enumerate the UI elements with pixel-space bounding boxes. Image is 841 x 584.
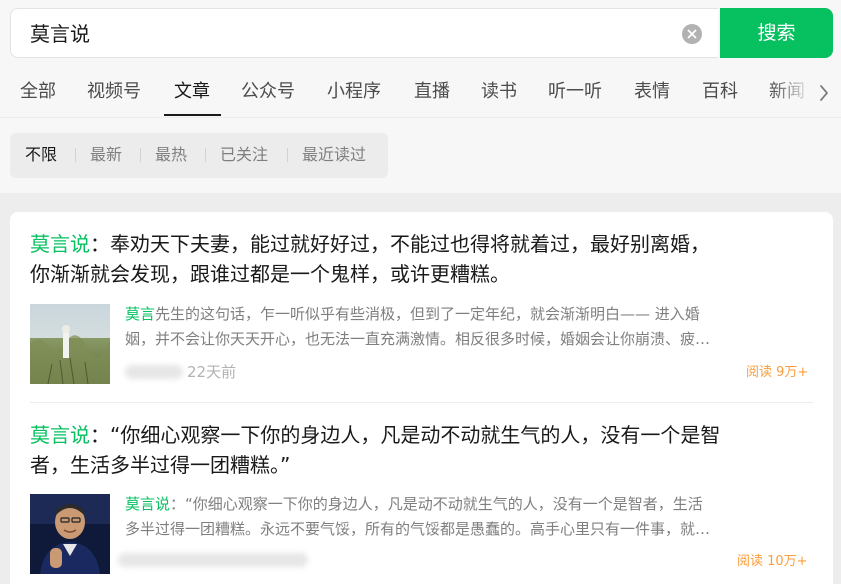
results-list: 莫言说：奉劝天下夫妻，能过就好好过，不能过也得将就着过，最好别离婚， 你渐渐就会… bbox=[10, 212, 833, 584]
tab-books[interactable]: 读书 bbox=[481, 80, 517, 104]
title-highlight: 莫言说 bbox=[30, 423, 90, 447]
search-button[interactable]: 搜索 bbox=[720, 8, 833, 58]
filter-followed[interactable]: 已关注 bbox=[220, 144, 268, 166]
article-source-blurred[interactable] bbox=[118, 553, 308, 567]
tab-stickers[interactable]: 表情 bbox=[634, 80, 670, 104]
search-input[interactable]: 莫言说 bbox=[10, 8, 718, 58]
title-line2: 你渐渐就会发现，跟谁过都是一个鬼样，或许更糟糕。 bbox=[30, 262, 510, 286]
article-title[interactable]: 莫言说：“你细心观察一下你的身边人，凡是动不动就生气的人，没有一个是智 者，生活… bbox=[30, 420, 820, 480]
article-source-blurred[interactable] bbox=[125, 365, 183, 379]
filter-hottest[interactable]: 最热 bbox=[155, 144, 187, 166]
article-read-count: 阅读 9万+ bbox=[746, 365, 809, 380]
article-time: 22天前 bbox=[187, 363, 237, 381]
summary-line1: 先生的这句话，乍一听似乎有些消极，但到了一定年纪，就会渐渐明白—— 进入婚 bbox=[155, 305, 700, 323]
tab-listen[interactable]: 听一听 bbox=[548, 80, 602, 104]
title-line1: ：“你细心观察一下你的身边人，凡是动不动就生气的人，没有一个是智 bbox=[90, 423, 721, 447]
summary-line2: 姻，并不会让你天天开心，也无法一直充满激情。相反很多时候，婚姻会让你崩溃、疲… bbox=[125, 330, 711, 348]
title-line2: 者，生活多半过得一团糟糕。” bbox=[30, 453, 291, 477]
filter-separator bbox=[205, 148, 206, 162]
clear-icon[interactable] bbox=[682, 24, 702, 44]
tabs-fade bbox=[770, 70, 841, 116]
search-query-text[interactable]: 莫言说 bbox=[30, 21, 90, 47]
summary-line1: ：“你细心观察一下你的身边人，凡是动不动就生气的人，没有一个是智者，生活 bbox=[170, 495, 703, 513]
filter-latest[interactable]: 最新 bbox=[90, 144, 122, 166]
title-highlight: 莫言说 bbox=[30, 232, 90, 256]
article-thumbnail[interactable] bbox=[30, 494, 110, 574]
article-summary: 莫言先生的这句话，乍一听似乎有些消极，但到了一定年纪，就会渐渐明白—— 进入婚 … bbox=[125, 302, 815, 352]
tab-live[interactable]: 直播 bbox=[414, 80, 450, 104]
tab-all[interactable]: 全部 bbox=[20, 80, 56, 104]
filter-recently-read[interactable]: 最近读过 bbox=[302, 144, 366, 166]
tab-articles[interactable]: 文章 bbox=[174, 80, 210, 104]
tab-channels[interactable]: 视频号 bbox=[87, 80, 141, 104]
category-tabs: 全部 视频号 文章 公众号 小程序 直播 读书 听一听 表情 百科 新闻 bbox=[0, 70, 841, 116]
filter-bar: 不限 最新 最热 已关注 最近读过 bbox=[10, 133, 388, 178]
tab-mini-programs[interactable]: 小程序 bbox=[327, 80, 381, 104]
filter-any[interactable]: 不限 bbox=[25, 144, 57, 166]
article-read-count: 阅读 10万+ bbox=[737, 554, 808, 569]
filter-separator bbox=[140, 148, 141, 162]
filter-separator bbox=[75, 148, 76, 162]
active-tab-indicator bbox=[164, 114, 221, 116]
summary-highlight: 莫言 bbox=[125, 305, 156, 323]
title-line1: ：奉劝天下夫妻，能过就好好过，不能过也得将就着过，最好别离婚， bbox=[90, 232, 710, 256]
tabs-divider bbox=[0, 117, 841, 118]
article-summary: 莫言说：“你细心观察一下你的身边人，凡是动不动就生气的人，没有一个是智者，生活 … bbox=[125, 492, 815, 542]
article-title[interactable]: 莫言说：奉劝天下夫妻，能过就好好过，不能过也得将就着过，最好别离婚， 你渐渐就会… bbox=[30, 229, 820, 289]
article-divider bbox=[30, 402, 813, 403]
tab-encyclopedia[interactable]: 百科 bbox=[702, 80, 738, 104]
summary-highlight: 莫言说 bbox=[125, 495, 171, 513]
chevron-right-icon[interactable] bbox=[818, 83, 830, 107]
search-header: 莫言说 搜索 全部 视频号 文章 公众号 小程序 直播 读书 听一听 表情 百科… bbox=[0, 0, 841, 193]
tab-official-accounts[interactable]: 公众号 bbox=[241, 80, 295, 104]
article-thumbnail[interactable] bbox=[30, 304, 110, 384]
filter-separator bbox=[287, 148, 288, 162]
summary-line2: 多半过得一团糟糕。永远不要气馁，所有的气馁都是愚蠢的。高手心里只有一件事，就… bbox=[125, 520, 711, 538]
